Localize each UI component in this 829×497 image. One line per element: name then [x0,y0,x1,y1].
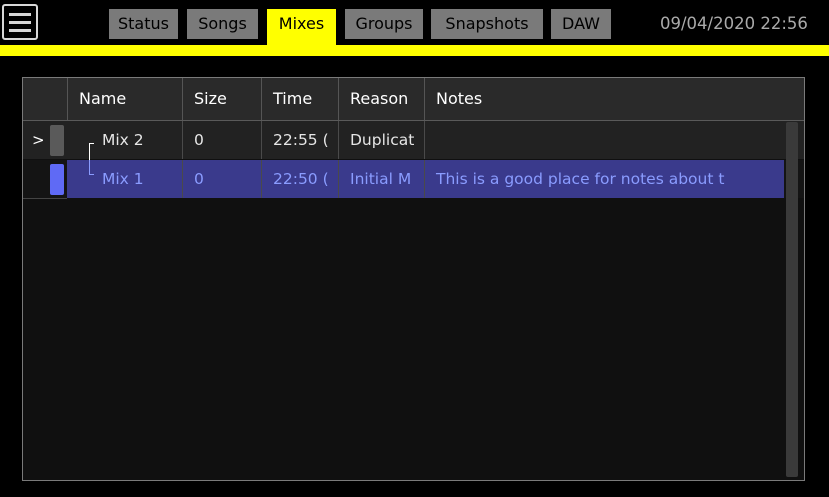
table-row[interactable]: > Mix 2 0 22:55 ( Duplicat [23,121,804,173]
table-row-selected[interactable]: Mix 1 0 22:50 ( Initial M This is a good… [23,160,804,199]
tab-mixes[interactable]: Mixes [267,9,336,49]
top-bar: Status Songs Mixes Groups Snapshots DAW … [0,0,829,56]
cell-name: Mix 2 [102,131,144,149]
cell-reason: Duplicat [338,121,424,159]
current-row-marker: > [32,131,45,149]
tree-connector [89,160,90,175]
column-header-size[interactable]: Size [182,78,261,120]
cell-reason: Initial M [338,160,424,198]
datetime-display: 09/04/2020 22:56 [660,14,808,33]
row-indicator [50,164,64,195]
cell-size: 0 [182,160,261,198]
menu-icon [9,13,31,16]
tab-snapshots[interactable]: Snapshots [431,9,543,39]
cell-name: Mix 1 [67,160,182,198]
row-divider [23,198,67,199]
menu-icon-line [9,21,31,24]
table-header: Name Size Time Reason Notes [23,78,804,121]
menu-icon-line [9,29,31,32]
hamburger-menu-button[interactable] [2,4,38,40]
cell-size: 0 [182,121,261,159]
accent-bar [0,45,829,56]
tab-daw[interactable]: DAW [551,9,611,39]
column-header-notes[interactable]: Notes [424,78,784,120]
tree-connector [89,174,94,175]
mixes-table: Name Size Time Reason Notes > Mix 2 0 22… [22,77,805,481]
tab-songs[interactable]: Songs [187,9,258,39]
cell-time: 22:50 ( [261,160,338,198]
column-header-name[interactable]: Name [67,78,182,120]
column-header-time[interactable]: Time [261,78,338,120]
column-header-reason[interactable]: Reason [338,78,424,120]
row-indicator [50,125,64,156]
cell-notes: This is a good place for notes about t [424,160,784,198]
table-scrollbar[interactable] [786,122,798,477]
cell-notes [424,121,784,159]
cell-time: 22:55 ( [261,121,338,159]
tab-groups[interactable]: Groups [345,9,423,39]
tab-status[interactable]: Status [109,9,178,39]
